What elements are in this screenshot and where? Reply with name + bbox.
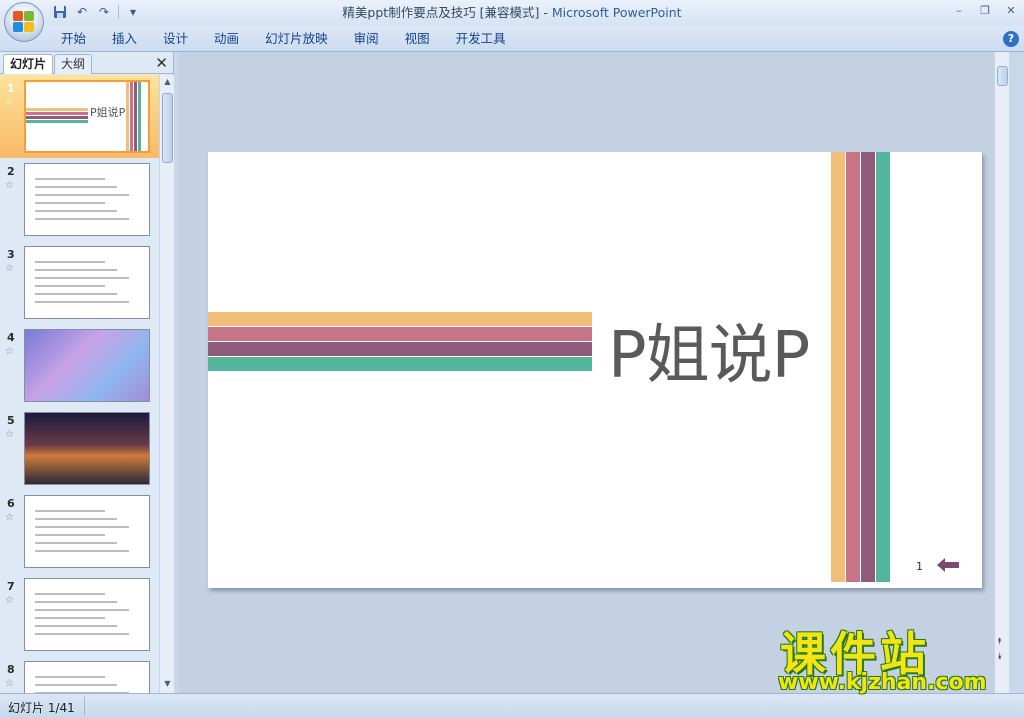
vertical-stripe <box>846 152 860 582</box>
animation-star-icon: ☆ <box>5 180 14 191</box>
tab-slides[interactable]: 幻灯片 <box>3 54 54 74</box>
next-slide-icon[interactable]: ⯯ <box>997 652 1002 662</box>
editor-scrollbar[interactable]: ⯭ ⯯ <box>994 52 1009 693</box>
slide-thumbnail-row[interactable]: 4 ☆ <box>0 324 159 407</box>
ribbon-tab[interactable]: 设计 <box>150 26 201 52</box>
slide-thumbnail[interactable] <box>24 163 150 236</box>
ribbon-tab[interactable]: 视图 <box>392 26 443 52</box>
ribbon-tab-list: 开始 插入 设计 动画 幻灯片放映 审阅 视图 开发工具 <box>48 26 519 52</box>
ribbon-tab[interactable]: 开始 <box>48 26 99 52</box>
slide-thumbnail[interactable] <box>24 661 150 693</box>
slide-thumbnail-title: P姐说P <box>90 106 126 119</box>
slide-thumbnail-row[interactable]: 7 ☆ <box>0 573 159 656</box>
floppy-disk-icon[interactable] <box>52 4 68 20</box>
slide-thumbnail-number: 8 <box>7 663 15 676</box>
office-button[interactable] <box>4 2 44 42</box>
slide-number: 1 <box>916 560 923 573</box>
window-controls: – ❐ ✕ <box>950 2 1020 20</box>
tab-outline[interactable]: 大纲 <box>54 54 93 74</box>
ribbon-tab[interactable]: 开发工具 <box>443 26 519 52</box>
slide-thumbnail-row[interactable]: 3 ☆ <box>0 241 159 324</box>
animation-star-icon: ☆ <box>5 595 14 606</box>
slide-title[interactable]: P姐说P <box>608 304 810 396</box>
animation-star-icon: ☆ <box>5 512 14 523</box>
slide-editor: P姐说P 1 ⯭ ⯯ <box>179 52 1009 693</box>
ribbon-tabs: 开始 插入 设计 动画 幻灯片放映 审阅 视图 开发工具 ? <box>0 26 1024 52</box>
vertical-stripe <box>876 152 890 582</box>
scroll-down-icon[interactable]: ▼ <box>162 679 173 691</box>
undo-icon[interactable]: ↶ <box>74 4 90 20</box>
slide-thumbnail-number: 1 <box>7 82 15 95</box>
horizontal-stripe <box>208 312 592 326</box>
slide-thumbnail-number: 5 <box>7 414 15 427</box>
ribbon-tab[interactable]: 插入 <box>99 26 150 52</box>
slide-thumbnail[interactable] <box>24 578 150 651</box>
slide-thumbnail-row[interactable]: 1 ☆ P姐说P <box>0 75 159 158</box>
editor-scroll-thumb[interactable] <box>997 66 1008 86</box>
animation-star-icon: ☆ <box>5 97 14 108</box>
slide-thumbnail-number: 4 <box>7 331 15 344</box>
app-name: Microsoft PowerPoint <box>551 5 682 20</box>
slide-thumbnail[interactable] <box>24 246 150 319</box>
scroll-up-icon[interactable]: ▲ <box>162 77 173 89</box>
arrow-left-icon[interactable] <box>937 558 959 572</box>
ribbon-tab[interactable]: 动画 <box>201 26 252 52</box>
slide-counter: 幻灯片 1/41 <box>8 701 75 715</box>
restore-button[interactable]: ❐ <box>976 2 994 20</box>
office-logo-icon <box>13 11 35 33</box>
animation-star-icon: ☆ <box>5 346 14 357</box>
prev-slide-icon[interactable]: ⯭ <box>997 637 1002 647</box>
panel-tabs: 幻灯片 大纲 ✕ <box>0 52 174 74</box>
ribbon-tab[interactable]: 幻灯片放映 <box>252 26 341 52</box>
customize-qat-icon[interactable]: ▾ <box>125 4 141 20</box>
horizontal-stripe <box>208 327 592 341</box>
slide-thumbnail-number: 6 <box>7 497 15 510</box>
redo-icon[interactable]: ↷ <box>96 4 112 20</box>
minimize-button[interactable]: – <box>950 2 968 20</box>
window-title: 精美ppt制作要点及技巧 [兼容模式] - Microsoft PowerPoi… <box>0 0 1024 26</box>
slide-thumbnail[interactable]: P姐说P <box>24 80 150 153</box>
close-button[interactable]: ✕ <box>1002 2 1020 20</box>
status-bar: 幻灯片 1/41 <box>0 693 1024 718</box>
ribbon-tab[interactable]: 审阅 <box>341 26 392 52</box>
watermark-url: www.kjzhan.com <box>778 670 987 695</box>
horizontal-stripe <box>208 357 592 371</box>
slides-panel: 幻灯片 大纲 ✕ 1 ☆ P姐说P 2 ☆ 3 ☆ 4 ☆ 5 ☆ 6 ☆ 7 ☆ 8 ☆ ▲ ▼ <box>0 52 174 693</box>
slide-thumbnail-number: 2 <box>7 165 15 178</box>
animation-star-icon: ☆ <box>5 678 14 689</box>
title-bar: 精美ppt制作要点及技巧 [兼容模式] - Microsoft PowerPoi… <box>0 0 1024 26</box>
scroll-thumb[interactable] <box>162 93 173 163</box>
panel-scrollbar[interactable]: ▲ ▼ <box>159 75 174 693</box>
vertical-stripe <box>861 152 875 582</box>
slide-thumbnail[interactable] <box>24 329 150 402</box>
slide-thumbnail[interactable] <box>24 495 150 568</box>
slide-thumbnail-list: 1 ☆ P姐说P 2 ☆ 3 ☆ 4 ☆ 5 ☆ 6 ☆ 7 ☆ 8 ☆ <box>0 75 159 693</box>
animation-star-icon: ☆ <box>5 263 14 274</box>
slide-thumbnail-number: 3 <box>7 248 15 261</box>
horizontal-stripe <box>208 342 592 356</box>
vertical-stripe <box>831 152 845 582</box>
slide-thumbnail-row[interactable]: 5 ☆ <box>0 407 159 490</box>
slide-thumbnail-number: 7 <box>7 580 15 593</box>
document-title: 精美ppt制作要点及技巧 [兼容模式] <box>342 5 540 20</box>
qat-divider <box>118 5 119 19</box>
title-separator: - <box>539 5 552 20</box>
animation-star-icon: ☆ <box>5 429 14 440</box>
close-icon[interactable]: ✕ <box>155 54 168 72</box>
slide-thumbnail-row[interactable]: 8 ☆ <box>0 656 159 693</box>
current-slide[interactable]: P姐说P 1 <box>208 152 982 588</box>
quick-access-toolbar: ↶ ↷ ▾ <box>52 4 141 20</box>
slide-thumbnail-row[interactable]: 2 ☆ <box>0 158 159 241</box>
slide-thumbnail[interactable] <box>24 412 150 485</box>
slide-thumbnail-row[interactable]: 6 ☆ <box>0 490 159 573</box>
status-divider <box>84 697 85 715</box>
help-icon[interactable]: ? <box>1003 31 1019 47</box>
